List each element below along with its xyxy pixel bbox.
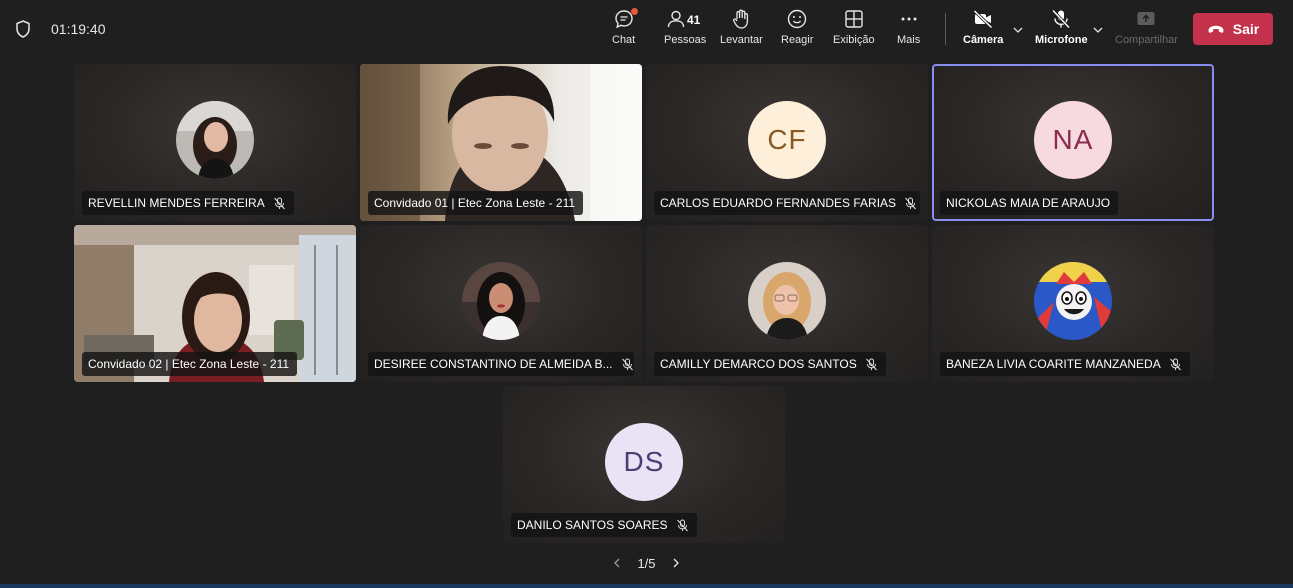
participant-name-tag: DANILO SANTOS SOARES xyxy=(511,513,697,537)
participant-name: BANEZA LIVIA COARITE MANZANEDA xyxy=(946,357,1161,371)
meeting-timer: 01:19:40 xyxy=(51,21,106,37)
participant-name-tag: CAMILLY DEMARCO DOS SANTOS xyxy=(654,352,886,376)
participant-name: Convidado 02 | Etec Zona Leste - 211 xyxy=(88,357,290,371)
share-label: Compartilhar xyxy=(1115,34,1178,46)
initials-avatar: CF xyxy=(748,101,826,179)
participant-name: NICKOLAS MAIA DE ARAUJO xyxy=(946,196,1111,210)
initials-avatar: DS xyxy=(605,423,683,501)
muted-mic-icon xyxy=(676,519,688,531)
people-label: Pessoas xyxy=(664,34,707,46)
avatar-initials: DS xyxy=(623,446,665,477)
chat-button[interactable]: Chat xyxy=(612,8,638,52)
participant-tile[interactable]: DS DANILO SANTOS SOARES xyxy=(503,386,785,543)
hang-up-icon xyxy=(1208,25,1224,33)
profile-photo-avatar xyxy=(176,101,254,179)
taskbar-edge xyxy=(0,584,1293,588)
raise-hand-button[interactable]: Levantar xyxy=(720,8,763,52)
participant-name: CAMILLY DEMARCO DOS SANTOS xyxy=(660,357,857,371)
participant-tile[interactable]: Convidado 01 | Etec Zona Leste - 211 xyxy=(360,64,642,221)
microphone-button[interactable]: Microfone xyxy=(1035,8,1088,52)
participant-tile[interactable]: DESIREE CONSTANTINO DE ALMEIDA B... xyxy=(360,225,642,382)
microphone-label: Microfone xyxy=(1035,34,1088,46)
gallery-pager: 1/5 xyxy=(0,553,1293,573)
participant-tile[interactable]: CF CARLOS EDUARDO FERNANDES FARIAS xyxy=(646,64,928,221)
participant-name: REVELLIN MENDES FERREIRA xyxy=(88,196,265,210)
shield-icon xyxy=(16,20,30,38)
participant-name-tag: NICKOLAS MAIA DE ARAUJO xyxy=(940,191,1119,215)
camera-off-icon xyxy=(973,9,993,29)
muted-mic-icon xyxy=(621,358,633,370)
previous-page-chevron-icon[interactable] xyxy=(611,557,623,569)
participant-tile[interactable]: CAMILLY DEMARCO DOS SANTOS xyxy=(646,225,928,382)
more-label: Mais xyxy=(897,34,921,46)
participant-name-tag: DESIREE CONSTANTINO DE ALMEIDA B... xyxy=(368,352,634,376)
participant-name: CARLOS EDUARDO FERNANDES FARIAS xyxy=(660,196,897,210)
more-icon xyxy=(901,17,917,21)
camera-options-chevron-icon[interactable] xyxy=(1012,24,1024,36)
participant-name: DANILO SANTOS SOARES xyxy=(517,518,668,532)
camera-label: Câmera xyxy=(963,34,1004,46)
muted-mic-icon xyxy=(1169,358,1181,370)
grid-view-icon xyxy=(845,10,863,28)
muted-mic-icon xyxy=(865,358,877,370)
participant-name: Convidado 01 | Etec Zona Leste - 211 xyxy=(374,196,576,210)
smiley-icon xyxy=(788,9,807,29)
raise-hand-label: Levantar xyxy=(720,34,763,46)
initials-avatar: NA xyxy=(1034,101,1112,179)
camera-button[interactable]: Câmera xyxy=(963,8,1003,52)
profile-photo-avatar xyxy=(748,262,826,340)
participant-name-tag: CARLOS EDUARDO FERNANDES FARIAS xyxy=(654,191,920,215)
react-label: Reagir xyxy=(781,34,814,46)
participant-name-tag: REVELLIN MENDES FERREIRA xyxy=(82,191,294,215)
toolbar-divider xyxy=(945,13,946,45)
view-button[interactable]: Exibição xyxy=(833,8,875,52)
participant-tile[interactable]: Convidado 02 | Etec Zona Leste - 211 xyxy=(74,225,356,382)
microphone-options-chevron-icon[interactable] xyxy=(1092,24,1104,36)
unread-badge xyxy=(631,8,638,15)
leave-button[interactable]: Sair xyxy=(1193,13,1273,45)
participant-tile[interactable]: REVELLIN MENDES FERREIRA xyxy=(74,64,356,221)
muted-mic-icon xyxy=(905,197,916,209)
more-button[interactable]: Mais xyxy=(897,8,920,52)
participant-name: DESIREE CONSTANTINO DE ALMEIDA B... xyxy=(374,357,613,371)
next-page-chevron-icon[interactable] xyxy=(670,557,682,569)
share-screen-icon xyxy=(1137,12,1155,25)
mic-off-icon xyxy=(1052,9,1071,29)
raise-hand-icon xyxy=(733,9,749,29)
view-label: Exibição xyxy=(833,34,875,46)
participant-tile[interactable]: NA NICKOLAS MAIA DE ARAUJO xyxy=(932,64,1214,221)
profile-photo-avatar xyxy=(462,262,540,340)
people-button[interactable]: 41 Pessoas xyxy=(664,8,706,52)
muted-mic-icon xyxy=(273,197,285,209)
participant-tile[interactable]: BANEZA LIVIA COARITE MANZANEDA xyxy=(932,225,1214,382)
participant-name-tag: Convidado 01 | Etec Zona Leste - 211 xyxy=(368,191,584,215)
people-icon xyxy=(667,10,685,28)
meeting-toolbar: 01:19:40 Chat 41 Pessoas Levantar Reagir xyxy=(0,0,1293,58)
people-count: 41 xyxy=(687,13,701,27)
participant-name-tag: Convidado 02 | Etec Zona Leste - 211 xyxy=(82,352,298,376)
chat-label: Chat xyxy=(612,34,636,46)
profile-photo-avatar xyxy=(1034,262,1112,340)
react-button[interactable]: Reagir xyxy=(781,8,813,52)
share-button[interactable]: Compartilhar xyxy=(1115,8,1178,52)
page-indicator: 1/5 xyxy=(637,555,656,571)
avatar-initials: CF xyxy=(767,124,807,155)
participant-name-tag: BANEZA LIVIA COARITE MANZANEDA xyxy=(940,352,1190,376)
avatar-initials: NA xyxy=(1052,124,1094,155)
leave-label: Sair xyxy=(1232,21,1260,37)
